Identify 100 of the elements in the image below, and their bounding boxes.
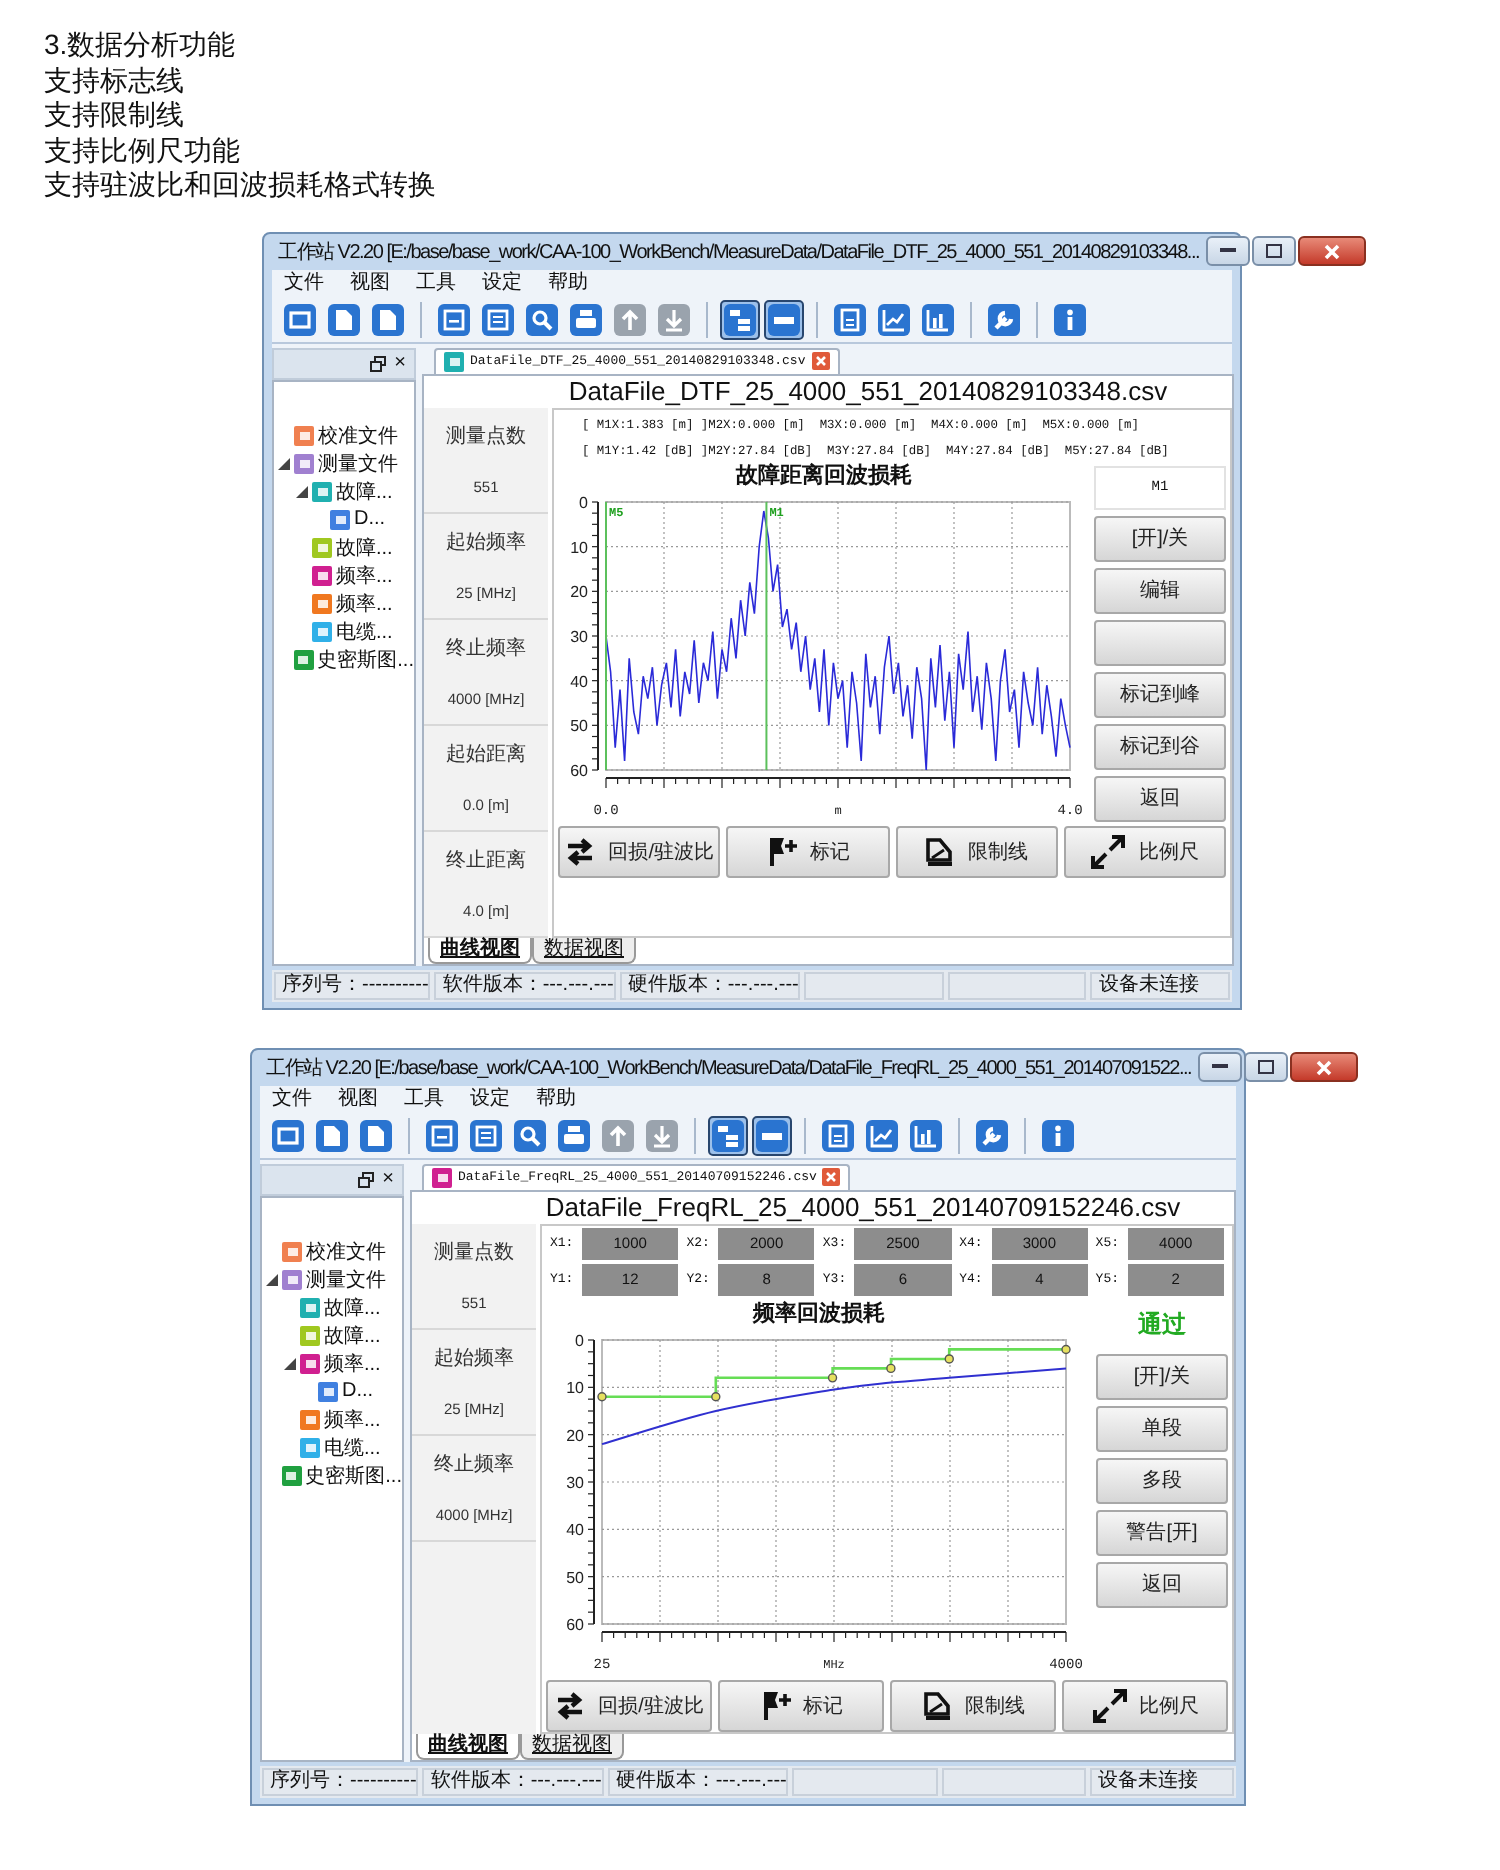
print-icon[interactable] (566, 299, 606, 339)
line-chart-icon[interactable] (862, 1115, 902, 1155)
toolbar-button[interactable]: 限制线 (890, 1679, 1056, 1731)
panel-close-button[interactable]: × (394, 353, 406, 373)
menu-item[interactable]: 视图 (350, 271, 390, 295)
toolbar-button[interactable]: 限制线 (895, 825, 1058, 877)
document-icon[interactable] (356, 1115, 396, 1155)
save-icon[interactable] (434, 299, 474, 339)
view-tab[interactable]: 数据视图 (520, 1733, 624, 1759)
close-button[interactable] (1289, 1052, 1358, 1082)
limit-line-icon (924, 835, 957, 867)
menu-item[interactable]: 视图 (338, 1087, 378, 1111)
tree-item[interactable]: 故障... (336, 477, 393, 505)
toolbar-button[interactable]: 标记 (726, 825, 889, 877)
side-button[interactable]: 标记到谷 (1094, 723, 1226, 769)
tree-item[interactable]: 测量文件 (306, 1265, 386, 1293)
menu-item[interactable]: 文件 (272, 1087, 312, 1111)
minimize-icon (1219, 248, 1236, 254)
bar-chart-icon[interactable] (918, 299, 958, 339)
restore-icon[interactable] (358, 1171, 375, 1187)
toolbar-button[interactable]: 回损/驻波比 (558, 825, 721, 877)
side-button[interactable]: [开]/关 (1096, 1353, 1228, 1399)
panel-icon[interactable] (752, 1115, 792, 1155)
expanded-triangle-icon[interactable] (284, 1357, 296, 1369)
panel-close-button[interactable]: × (382, 1169, 394, 1189)
print-icon[interactable] (554, 1115, 594, 1155)
calculator-icon[interactable] (818, 1115, 858, 1155)
save-list-icon[interactable] (478, 299, 518, 339)
tree-item[interactable]: 故障... (336, 533, 393, 561)
info-label: 终止距离 (446, 847, 526, 874)
tree-item[interactable]: 频率... (336, 561, 393, 589)
side-button[interactable]: [开]/关 (1094, 515, 1226, 561)
side-button[interactable]: 返回 (1096, 1561, 1228, 1607)
document-icon[interactable] (312, 1115, 352, 1155)
search-icon[interactable] (510, 1115, 550, 1155)
blank-button[interactable] (1094, 619, 1226, 665)
flag-plus-icon (765, 835, 798, 867)
tree-item[interactable]: 测量文件 (318, 449, 398, 477)
search-icon[interactable] (522, 299, 562, 339)
tree-icon[interactable] (720, 299, 760, 339)
side-button[interactable]: 多段 (1096, 1457, 1228, 1503)
close-button[interactable] (1297, 236, 1366, 266)
tree-item[interactable]: 电缆... (324, 1433, 381, 1461)
info-icon[interactable] (1038, 1115, 1078, 1155)
side-button[interactable]: 警告[开] (1096, 1509, 1228, 1555)
menu-item[interactable]: 文件 (284, 271, 324, 295)
status-field: 序列号：---------- (262, 1767, 419, 1795)
restore-icon[interactable] (370, 355, 387, 371)
minimize-button[interactable] (1205, 236, 1250, 266)
maximize-button[interactable] (1251, 236, 1296, 266)
window-icon[interactable] (268, 1115, 308, 1155)
info-icon[interactable] (1050, 299, 1090, 339)
menu-item[interactable]: 工具 (416, 271, 456, 295)
tree-icon[interactable] (708, 1115, 748, 1155)
close-icon[interactable] (822, 1168, 841, 1186)
view-tab[interactable]: 数据视图 (532, 937, 636, 963)
side-button[interactable]: 编辑 (1094, 567, 1226, 613)
close-icon[interactable] (811, 352, 830, 370)
document-icon[interactable] (368, 299, 408, 339)
maximize-button[interactable] (1243, 1052, 1288, 1082)
menu-item[interactable]: 设定 (470, 1087, 510, 1111)
document-icon[interactable] (324, 299, 364, 339)
save-list-icon[interactable] (466, 1115, 506, 1155)
save-icon[interactable] (422, 1115, 462, 1155)
expanded-triangle-icon[interactable] (296, 485, 308, 497)
tree-item[interactable]: D... (354, 508, 386, 530)
menu-item[interactable]: 工具 (404, 1087, 444, 1111)
wrench-icon[interactable] (984, 299, 1024, 339)
view-tab[interactable]: 曲线视图 (416, 1733, 520, 1759)
tree-item[interactable]: 故障... (324, 1293, 381, 1321)
side-button[interactable]: 返回 (1094, 775, 1226, 821)
tree-item[interactable]: 频率... (324, 1405, 381, 1433)
tree-item[interactable]: D... (342, 1380, 374, 1402)
side-button[interactable]: 单段 (1096, 1405, 1228, 1451)
toolbar-button[interactable]: 比例尺 (1063, 825, 1226, 877)
toolbar-button[interactable]: 回损/驻波比 (546, 1679, 712, 1731)
expanded-triangle-icon[interactable] (266, 1273, 278, 1285)
menu-item[interactable]: 帮助 (548, 271, 588, 295)
tree-item[interactable]: 故障... (324, 1321, 381, 1349)
calculator-icon[interactable] (830, 299, 870, 339)
window-icon[interactable] (280, 299, 320, 339)
tree-item[interactable]: 校准文件 (318, 421, 398, 449)
tree-item[interactable]: 史密斯图... (317, 645, 414, 673)
tree-item[interactable]: 史密斯图... (305, 1461, 402, 1489)
tree-item[interactable]: 频率... (324, 1349, 381, 1377)
bar-chart-icon[interactable] (906, 1115, 946, 1155)
toolbar-button[interactable]: 比例尺 (1062, 1679, 1228, 1731)
tree-item[interactable]: 校准文件 (306, 1237, 386, 1265)
toolbar-button[interactable]: 标记 (718, 1679, 884, 1731)
menu-item[interactable]: 帮助 (536, 1087, 576, 1111)
side-button[interactable]: 标记到峰 (1094, 671, 1226, 717)
tree-item[interactable]: 电缆... (336, 617, 393, 645)
minimize-button[interactable] (1197, 1052, 1242, 1082)
view-tab[interactable]: 曲线视图 (428, 937, 532, 963)
panel-icon[interactable] (764, 299, 804, 339)
menu-item[interactable]: 设定 (482, 271, 522, 295)
expanded-triangle-icon[interactable] (278, 457, 290, 469)
line-chart-icon[interactable] (874, 299, 914, 339)
tree-item[interactable]: 频率... (336, 589, 393, 617)
wrench-icon[interactable] (972, 1115, 1012, 1155)
